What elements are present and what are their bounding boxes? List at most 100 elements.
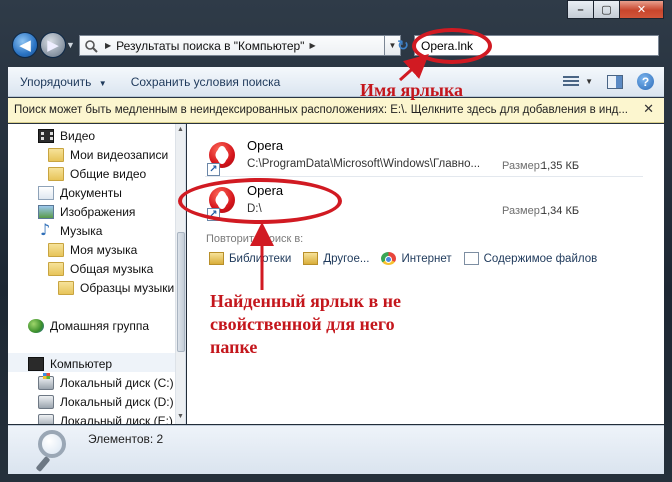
result-size-value: 1,35 КБ — [541, 160, 580, 172]
nav-item-homegroup[interactable]: Домашняя группа — [28, 316, 149, 335]
nav-item-label: Локальный диск (E:) — [60, 413, 173, 425]
repeat-search-internet[interactable]: Интернет — [381, 252, 452, 265]
close-icon[interactable]: ✕ — [643, 101, 654, 117]
repeat-search-option-label: Интернет — [401, 252, 452, 265]
nav-item-label: Документы — [60, 185, 122, 200]
drive-icon — [38, 394, 54, 409]
nav-item-drive-d[interactable]: Локальный диск (D:) — [38, 392, 174, 411]
result-size-label: Размер: — [502, 205, 543, 217]
drive-icon — [38, 413, 54, 424]
result-path: C:\ProgramData\Microsoft\Windows\Главно.… — [247, 158, 481, 170]
video-icon — [38, 128, 54, 143]
nav-item-label: Изображения — [60, 204, 136, 219]
help-icon[interactable]: ? — [637, 73, 654, 90]
address-bar[interactable]: ▶ Результаты поиска в "Компьютер" ▶ — [79, 35, 385, 56]
internet-icon — [381, 252, 397, 265]
caption-buttons: – ▢ ✕ — [567, 0, 664, 19]
nav-item-label: Мои видеозаписи — [70, 147, 169, 162]
preview-pane-icon[interactable] — [607, 74, 623, 89]
annotation-found-line1: Найденный ярлык в не — [210, 291, 402, 311]
windows-drive-icon — [38, 372, 54, 390]
annotation-circle-search — [412, 28, 492, 64]
repeat-search-file-contents[interactable]: Содержимое файлов — [463, 252, 598, 265]
indexing-info-bar[interactable]: Поиск может быть медленным в неиндексиро… — [8, 98, 664, 123]
result-divider — [205, 176, 643, 177]
folder-icon — [48, 166, 64, 181]
nav-item-public-videos[interactable]: Общие видео — [48, 164, 146, 183]
navigation-scrollbar[interactable]: ▲ ▼ — [175, 124, 185, 424]
shortcut-arrow-icon: ↗ — [207, 163, 220, 176]
documents-icon — [38, 185, 54, 200]
nav-item-label: Локальный диск (C:) — [60, 375, 174, 390]
refresh-button[interactable]: ↻ — [392, 35, 414, 56]
nav-item-label: Локальный диск (D:) — [60, 394, 174, 409]
explorer-window: – ▢ ✕ ◀ ▶ ▼ ▶ Результаты поиска в "Компь… — [0, 0, 672, 482]
search-magnifier-icon — [34, 430, 74, 474]
nav-item-drive-c[interactable]: Локальный диск (C:) — [38, 372, 174, 392]
annotation-found-line2: свойственной для него — [210, 314, 395, 334]
chevron-down-icon: ▼ — [98, 78, 107, 88]
repeat-search-libraries[interactable]: Библиотеки — [209, 252, 291, 265]
scrollbar-thumb[interactable] — [177, 232, 185, 352]
annotation-found-line3: папке — [210, 337, 258, 357]
nav-item-label: Моя музыка — [70, 242, 138, 257]
organize-button[interactable]: Упорядочить ▼ — [8, 75, 119, 89]
breadcrumb-arrow-icon[interactable]: ▶ — [105, 41, 111, 50]
minimize-button[interactable]: – — [567, 0, 594, 19]
search-location-icon — [84, 39, 98, 53]
recent-pages-dropdown[interactable]: ▼ — [66, 40, 75, 50]
annotation-shortcut-name: Имя ярлыка — [360, 80, 464, 100]
forward-button[interactable]: ▶ — [40, 32, 66, 58]
annotation-circle-result — [178, 178, 342, 224]
repeat-search-option-label: Библиотеки — [229, 252, 292, 265]
nav-item-video[interactable]: Видео — [38, 126, 95, 145]
nav-item-label: Музыка — [60, 223, 103, 238]
scroll-down-icon[interactable]: ▼ — [177, 413, 184, 420]
nav-item-label: Общие видео — [70, 166, 147, 181]
nav-item-label: Общая музыка — [70, 261, 154, 276]
nav-item-music[interactable]: Музыка — [38, 220, 103, 240]
nav-item-label: Видео — [60, 128, 96, 143]
maximize-button[interactable]: ▢ — [593, 0, 620, 19]
nav-item-drive-e[interactable]: Локальный диск (E:) — [38, 411, 173, 424]
item-count: Элементов: 2 — [88, 432, 164, 446]
nav-item-computer[interactable]: Компьютер — [28, 354, 112, 373]
result-size-label: Размер: — [502, 160, 543, 172]
navigation-pane: Видео Мои видеозаписи Общие видео Докуме… — [8, 124, 186, 424]
scroll-up-icon[interactable]: ▲ — [177, 126, 184, 133]
nav-item-public-music[interactable]: Общая музыка — [48, 259, 153, 278]
nav-item-pictures[interactable]: Изображения — [38, 202, 135, 221]
info-bar-text: Поиск может быть медленным в неиндексиро… — [14, 104, 628, 116]
nav-item-my-videos[interactable]: Мои видеозаписи — [48, 145, 168, 164]
nav-item-my-music[interactable]: Моя музыка — [48, 240, 137, 259]
toolbar-right-group: ▼ ? — [563, 73, 654, 90]
result-size-value: 1,34 КБ — [541, 205, 580, 217]
status-bar: Элементов: 2 — [8, 425, 664, 474]
nav-item-label: Компьютер — [50, 356, 113, 371]
breadcrumb-arrow-icon[interactable]: ▶ — [309, 41, 315, 50]
breadcrumb-location[interactable]: Результаты поиска в "Компьютер" — [116, 39, 304, 53]
pictures-icon — [38, 204, 54, 219]
repeat-search-options: Библиотеки Другое... Интернет Содержимое… — [209, 252, 597, 265]
change-view-icon[interactable] — [563, 75, 580, 89]
folder-icon — [48, 261, 64, 276]
repeat-search-option-label: Другое... — [323, 252, 370, 265]
repeat-search-option-label: Содержимое файлов — [483, 252, 598, 265]
result-name: Opera — [247, 138, 284, 153]
nav-item-documents[interactable]: Документы — [38, 183, 122, 202]
nav-item-label: Образцы музыки — [80, 280, 175, 295]
save-search-button[interactable]: Сохранить условия поиска — [119, 75, 293, 89]
chevron-down-icon[interactable]: ▼ — [585, 77, 593, 86]
close-button[interactable]: ✕ — [619, 0, 664, 19]
repeat-search-label: Повторить поиск в: — [206, 233, 304, 245]
computer-icon — [28, 356, 44, 371]
search-results-pane: ↗ Opera C:\ProgramData\Microsoft\Windows… — [187, 124, 664, 424]
music-icon — [38, 220, 54, 239]
folder-icon — [303, 252, 319, 265]
organize-label: Упорядочить — [20, 74, 92, 89]
repeat-search-other[interactable]: Другое... — [303, 252, 369, 265]
nav-item-sample-music[interactable]: Образцы музыки — [58, 278, 174, 297]
folder-icon — [58, 280, 74, 295]
file-contents-icon — [463, 252, 479, 265]
back-button[interactable]: ◀ — [12, 32, 38, 58]
